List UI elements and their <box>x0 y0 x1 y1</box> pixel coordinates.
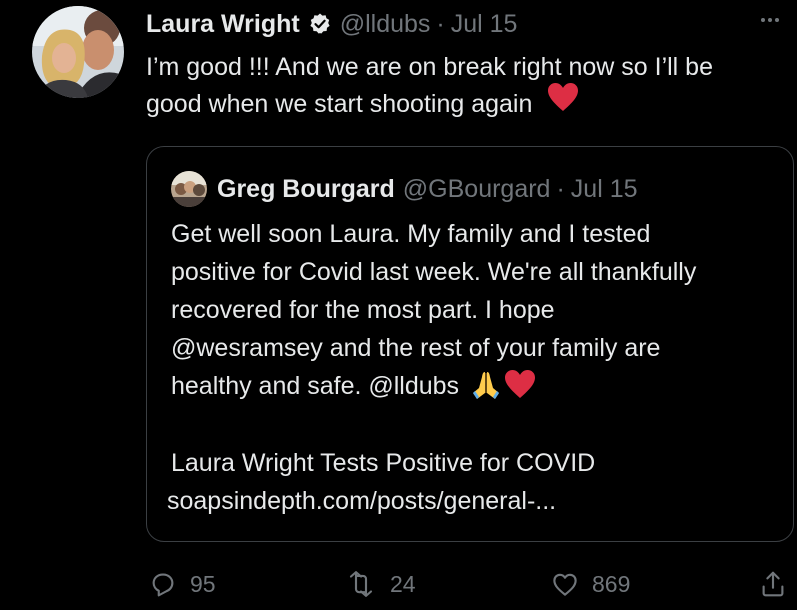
quoted-text-line: positive for Covid last week. We're all … <box>171 258 697 286</box>
tweet-header: Laura Wright @lldubs · Jul 15 <box>146 8 517 40</box>
quoted-text-line-5: healthy and safe. @lldubs <box>171 367 783 405</box>
reply-icon <box>152 573 174 597</box>
quoted-author-display-name: Greg Bourgard <box>217 174 395 203</box>
tweet-text-line-2: good when we start shooting again <box>146 82 794 124</box>
tweet-date[interactable]: Jul 15 <box>451 10 518 39</box>
tweet-actions: 95 24 869 <box>0 566 797 606</box>
quoted-text-line: healthy and safe. @lldubs <box>171 372 460 400</box>
quoted-header-separator: · <box>556 174 565 203</box>
red-heart-emoji-icon <box>505 370 536 399</box>
like-button[interactable]: 869 <box>550 566 630 602</box>
like-count: 869 <box>592 570 631 597</box>
folded-hands-emoji-icon <box>473 372 500 400</box>
header-separator: · <box>436 9 445 38</box>
quoted-tweet[interactable]: Greg Bourgard @GBourgard · Jul 15 Get we… <box>146 146 794 542</box>
quoted-text-line: Get well soon Laura. My family and I tes… <box>171 220 651 248</box>
tweet-text: I’m good !!! And we are on break right n… <box>146 49 794 124</box>
quoted-author-handle: @GBourgard <box>402 174 551 203</box>
like-icon <box>553 573 577 596</box>
link-url[interactable]: soapsindepth.com/posts/general-... <box>167 482 556 520</box>
quoted-text-line: @wesramsey and the rest of your family a… <box>171 334 661 362</box>
quoted-text-line: recovered for the most part. I hope <box>171 296 555 324</box>
share-icon <box>762 571 784 597</box>
reply-button[interactable]: 95 <box>148 566 216 602</box>
tweet: Laura Wright @lldubs · Jul 15 I’m good !… <box>0 0 797 610</box>
retweet-button[interactable]: 24 <box>344 566 416 602</box>
red-heart-emoji-icon <box>546 81 580 124</box>
link-title: Laura Wright Tests Positive for COVID <box>171 449 596 477</box>
author-avatar[interactable] <box>32 6 124 98</box>
author-display-name[interactable]: Laura Wright <box>146 10 300 39</box>
quoted-tweet-header: Greg Bourgard @GBourgard · Jul 15 <box>171 171 638 207</box>
retweet-icon <box>349 571 373 597</box>
verified-badge-icon <box>308 12 332 36</box>
quoted-author-avatar <box>171 171 207 207</box>
quoted-tweet-text: Get well soon Laura. My family and I tes… <box>171 215 783 405</box>
more-options-icon[interactable] <box>761 18 779 22</box>
retweet-count: 24 <box>390 570 416 597</box>
share-button[interactable] <box>758 566 788 602</box>
quoted-emojis <box>469 368 537 400</box>
quoted-tweet-date: Jul 15 <box>570 174 638 203</box>
tweet-text-line: I’m good !!! And we are on break right n… <box>146 53 713 81</box>
tweet-text-line: good when we start shooting again <box>146 90 533 118</box>
author-handle[interactable]: @lldubs <box>340 10 431 39</box>
reply-count: 95 <box>190 570 216 597</box>
